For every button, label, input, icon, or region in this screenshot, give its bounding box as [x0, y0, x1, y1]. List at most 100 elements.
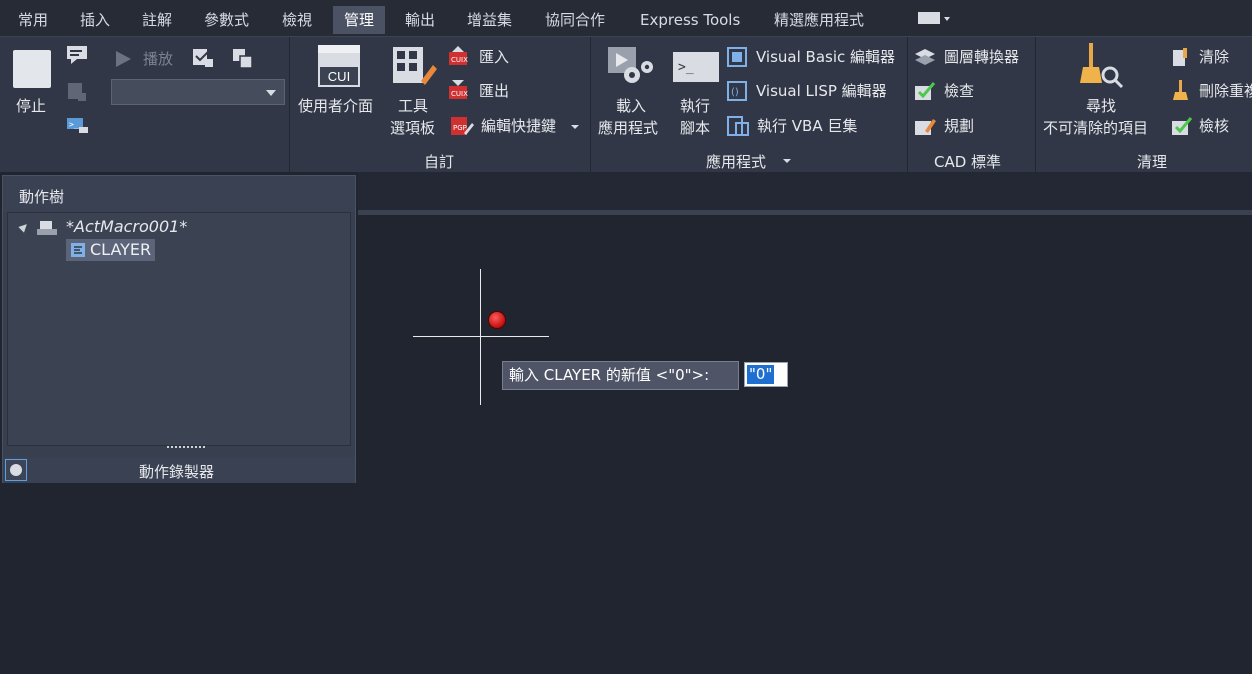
svg-text:(): () [731, 87, 739, 98]
cui-badge-text: CUI [328, 69, 350, 84]
edit-aliases-icon[interactable]: PGP [450, 115, 474, 137]
cui-icon[interactable]: CUI [318, 45, 360, 87]
overkill-label[interactable]: 刪除重複 [1199, 82, 1252, 100]
layer-translator-icon[interactable] [913, 46, 937, 68]
action-recorder-panel: 動作樹 *ActMacro001* CLAYER 動作錄製器 [2, 175, 356, 483]
tab-parametric[interactable]: 參數式 [198, 6, 255, 34]
tab-featured-apps[interactable]: 精選應用程式 [768, 6, 870, 34]
tab-collaborate[interactable]: 協同合作 [539, 6, 611, 34]
stop-label: 停止 [16, 97, 47, 115]
cleanup-panel-title: 清理 [1137, 153, 1168, 171]
vb-editor-icon[interactable] [726, 46, 750, 68]
audit-label[interactable]: 檢核 [1199, 117, 1229, 135]
macro-list-dropdown[interactable] [111, 79, 285, 105]
action-tree-title: 動作樹 [19, 188, 65, 206]
macro-icon [37, 221, 57, 235]
import-icon[interactable]: CUIX [448, 46, 470, 66]
action-tree[interactable]: *ActMacro001* CLAYER [7, 212, 351, 446]
ribbon: 停止 >_ 播放 CUI 使用者介面 工具 選項板 CUIX 匯入 CUIX 匯… [0, 36, 1252, 173]
tab-annotate[interactable]: 註解 [136, 6, 178, 34]
action-recorder-footer: 動作錄製器 [3, 457, 355, 483]
run-script-label-2[interactable]: 腳本 [680, 119, 710, 137]
find-label-1[interactable]: 尋找 [1086, 97, 1116, 115]
tab-express-tools[interactable]: Express Tools [634, 6, 746, 34]
vb-editor-label[interactable]: Visual Basic 編輯器 [756, 48, 895, 66]
insert-message-icon[interactable] [191, 47, 215, 69]
tab-output[interactable]: 輸出 [399, 6, 441, 34]
file-tab-area [358, 172, 1252, 210]
tool-palettes-label-1[interactable]: 工具 [398, 97, 428, 115]
panel-separator [289, 37, 290, 173]
tab-manage[interactable]: 管理 [333, 6, 386, 34]
chevron-down-icon[interactable] [570, 123, 580, 131]
action-recorder-label: 動作錄製器 [139, 463, 215, 481]
tab-insert[interactable]: 插入 [74, 6, 116, 34]
viewport-header-strip [358, 210, 1252, 215]
run-script-icon[interactable]: >_ [672, 51, 720, 85]
run-script-label-1[interactable]: 執行 [680, 97, 710, 115]
run-vba-label[interactable]: 執行 VBA 巨集 [757, 117, 857, 135]
dynamic-input-field[interactable]: "0" [744, 362, 788, 387]
panel-separator [907, 37, 908, 173]
play-label: 播放 [143, 50, 174, 68]
check-label[interactable]: 檢查 [944, 82, 974, 100]
manage-macros-icon[interactable] [231, 47, 255, 69]
lisp-editor-icon[interactable]: () [726, 80, 750, 102]
panel-separator [1035, 37, 1036, 173]
tree-node-macro[interactable]: *ActMacro001* [36, 217, 187, 236]
tree-node-clayer[interactable]: CLAYER [66, 239, 156, 261]
overkill-icon[interactable] [1170, 80, 1194, 102]
base-point-icon[interactable]: >_ [66, 115, 90, 135]
import-label[interactable]: 匯入 [479, 48, 509, 66]
tab-view[interactable]: 檢視 [276, 6, 318, 34]
message-icon[interactable] [66, 45, 88, 65]
resize-grip[interactable] [167, 446, 205, 452]
record-toggle-button[interactable] [5, 459, 27, 481]
user-interface-label[interactable]: 使用者介面 [298, 97, 373, 115]
dynamic-input-value[interactable]: "0" [747, 365, 775, 384]
svg-text:CUIX: CUIX [451, 90, 468, 98]
svg-text:PGP: PGP [453, 124, 467, 132]
macro-name: *ActMacro001* [66, 217, 188, 236]
crosshair-vertical [480, 269, 481, 405]
customize-panel-title: 自訂 [424, 153, 455, 171]
export-icon[interactable]: CUIX [448, 80, 470, 100]
find-label-2[interactable]: 不可清除的項目 [1043, 119, 1148, 137]
chevron-down-icon [266, 90, 276, 96]
chevron-down-icon[interactable] [782, 157, 792, 165]
check-standards-icon[interactable] [913, 80, 937, 102]
cad-standards-panel-title: CAD 標準 [934, 153, 1002, 171]
crosshair-horizontal [413, 336, 549, 337]
request-input-icon [68, 83, 86, 101]
lisp-editor-label[interactable]: Visual LISP 編輯器 [756, 82, 887, 100]
expand-triangle-icon[interactable] [18, 221, 30, 233]
tool-palettes-icon[interactable] [391, 45, 437, 89]
record-icon [10, 464, 22, 476]
purge-icon[interactable] [1170, 46, 1194, 68]
applications-panel-title[interactable]: 應用程式 [706, 151, 766, 172]
stop-button[interactable] [13, 50, 51, 88]
chevron-down-icon [944, 17, 950, 21]
dynamic-input-prompt: 輸入 CLAYER 的新值 <"0">: [502, 361, 739, 390]
command-name: CLAYER [90, 240, 152, 259]
purge-label[interactable]: 清除 [1199, 48, 1229, 66]
audit-icon[interactable] [1170, 115, 1194, 137]
load-app-label-2[interactable]: 應用程式 [598, 119, 658, 137]
load-application-icon[interactable] [606, 45, 656, 87]
tool-palettes-label-2[interactable]: 選項板 [390, 119, 435, 137]
panel-icon [918, 12, 940, 24]
tab-addins[interactable]: 增益集 [461, 6, 518, 34]
edit-aliases-label[interactable]: 編輯快捷鍵 [481, 117, 556, 135]
ribbon-display-toggle[interactable] [918, 12, 952, 26]
play-icon[interactable] [113, 49, 133, 69]
tab-home[interactable]: 常用 [12, 6, 54, 34]
export-label[interactable]: 匯出 [479, 82, 509, 100]
run-vba-icon[interactable] [726, 115, 750, 137]
load-app-label-1[interactable]: 載入 [616, 97, 646, 115]
find-non-purgeable-icon[interactable] [1080, 43, 1124, 89]
configure-label[interactable]: 規劃 [944, 117, 974, 135]
configure-standards-icon[interactable] [913, 115, 937, 137]
layer-translator-label[interactable]: 圖層轉換器 [944, 48, 1019, 66]
ribbon-tab-bar: 常用 插入 註解 參數式 檢視 管理 輸出 增益集 協同合作 Express T… [0, 0, 1252, 36]
request-input-marker-icon [488, 311, 506, 329]
